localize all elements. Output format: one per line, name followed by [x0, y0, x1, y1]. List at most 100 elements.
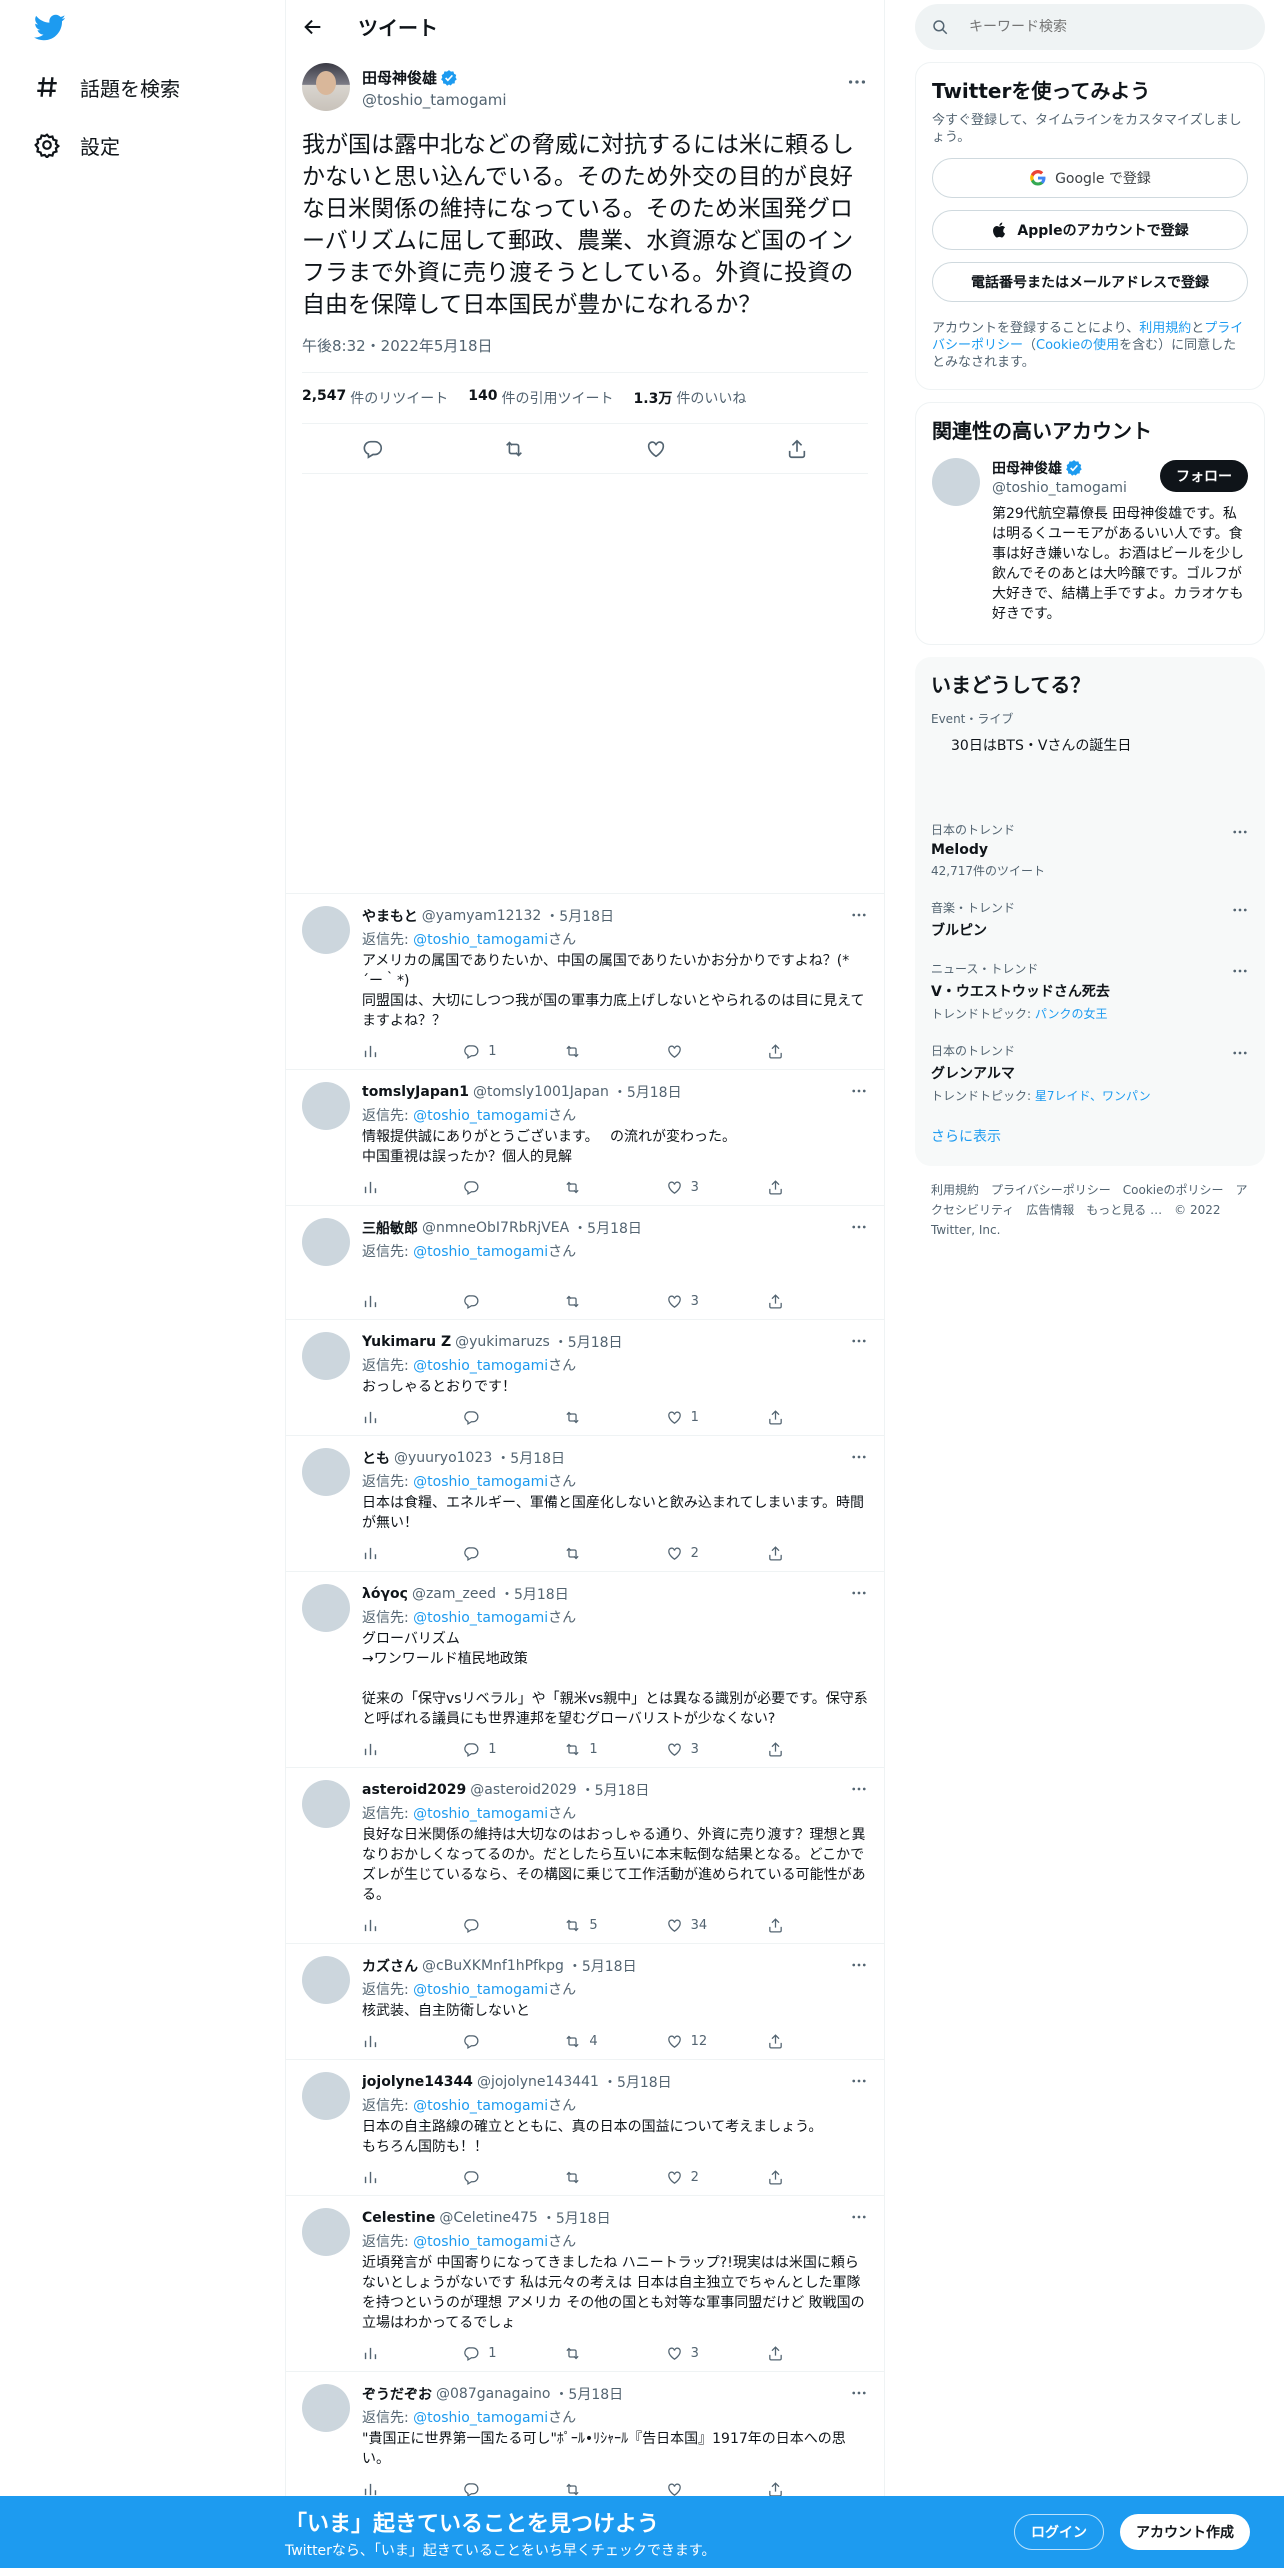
- more-options-icon[interactable]: [850, 2384, 868, 2402]
- reply-like-button[interactable]: 12: [666, 2033, 767, 2050]
- reply-reply-button[interactable]: [463, 1409, 564, 1426]
- trend-item[interactable]: ニュース・トレンド V・ウエストウッドさん死去 トレンドトピック: パンクの女王: [931, 948, 1249, 1030]
- search-input[interactable]: [969, 19, 1229, 35]
- footer-link[interactable]: Cookieのポリシー: [1123, 1183, 1224, 1197]
- reply-date[interactable]: ・5月18日: [613, 1082, 682, 1102]
- more-options-icon[interactable]: [1231, 901, 1249, 919]
- reply-author-name[interactable]: とも: [362, 1448, 390, 1468]
- reply-author-name[interactable]: jojolyne14344: [362, 2074, 473, 2090]
- like-count[interactable]: 1.3万 件のいいね: [634, 388, 747, 408]
- search-bar[interactable]: [915, 4, 1265, 50]
- reply-tweet[interactable]: tomslyJapan1 @tomsly1001Japan ・5月18日 返信先: @…: [286, 1070, 884, 1206]
- reply-retweet-button[interactable]: [564, 2481, 665, 2498]
- reply-tweet[interactable]: やまもと @yamyam12132 ・5月18日 返信先: @toshio_tamog…: [286, 894, 884, 1070]
- reply-share-button[interactable]: [767, 1917, 868, 1934]
- reply-tweet[interactable]: カズさん @cBuXKMnf1hPfkpg ・5月18日 返信先: @toshio_t…: [286, 1944, 884, 2060]
- reply-share-button[interactable]: [767, 1293, 868, 1310]
- reply-author-name[interactable]: Yukimaru Z: [362, 1334, 451, 1350]
- reply-like-button[interactable]: 3: [666, 1179, 767, 1196]
- reply-date[interactable]: ・5月18日: [581, 1780, 650, 1800]
- reply-tweet[interactable]: λόγος @zam_zeed ・5月18日 返信先: @toshio_tamogam…: [286, 1572, 884, 1768]
- reply-date[interactable]: ・5月18日: [554, 2384, 623, 2404]
- cookie-link[interactable]: Cookieの使用: [1036, 338, 1119, 353]
- google-signup-button[interactable]: Google で登録: [932, 158, 1248, 198]
- trend-topic-links[interactable]: パンクの女王: [1035, 1007, 1108, 1021]
- reply-reply-button[interactable]: [463, 1917, 564, 1934]
- reply-analytics-button[interactable]: [362, 1409, 463, 1426]
- author-avatar[interactable]: [302, 63, 350, 111]
- footer-link[interactable]: プライバシーポリシー: [991, 1183, 1111, 1197]
- phone-email-signup-button[interactable]: 電話番号またはメールアドレスで登録: [932, 262, 1248, 302]
- reply-author-name[interactable]: 三船敏郎: [362, 1218, 418, 1238]
- more-options-icon[interactable]: [850, 1332, 868, 1350]
- reply-like-button[interactable]: 3: [666, 1293, 767, 1310]
- reply-tweet[interactable]: ぞうだぞお @087ganagaino ・5月18日 返信先: @toshio_tam…: [286, 2372, 884, 2508]
- reply-tweet[interactable]: 三船敏郎 @nmneObI7RbRjVEA ・5月18日 返信先: @toshio_t…: [286, 1206, 884, 1320]
- reply-avatar[interactable]: [302, 1218, 350, 1266]
- reply-retweet-button[interactable]: 4: [564, 2033, 665, 2050]
- more-options-icon[interactable]: [850, 906, 868, 924]
- reply-avatar[interactable]: [302, 2384, 350, 2432]
- reply-retweet-button[interactable]: [564, 1293, 665, 1310]
- author-handle[interactable]: @toshio_tamogami: [362, 91, 507, 109]
- reply-share-button[interactable]: [767, 1545, 868, 1562]
- reply-author-name[interactable]: カズさん: [362, 1956, 418, 1976]
- reply-to-handle[interactable]: @toshio_tamogami: [413, 1474, 548, 1490]
- reply-to-handle[interactable]: @toshio_tamogami: [413, 1108, 548, 1124]
- reply-to-handle[interactable]: @toshio_tamogami: [413, 1982, 548, 1998]
- reply-author-handle[interactable]: @tomsly1001Japan: [473, 1084, 609, 1100]
- related-account-avatar[interactable]: [932, 458, 980, 506]
- more-options-icon[interactable]: [850, 2208, 868, 2226]
- reply-like-button[interactable]: 3: [666, 1741, 767, 1758]
- reply-author-handle[interactable]: @cBuXKMnf1hPfkpg: [422, 1958, 564, 1974]
- reply-to-handle[interactable]: @toshio_tamogami: [413, 1358, 548, 1374]
- reply-tweet[interactable]: Celestine @Celetine475 ・5月18日 返信先: @toshio_…: [286, 2196, 884, 2372]
- reply-author-name[interactable]: やまもと: [362, 906, 418, 926]
- reply-analytics-button[interactable]: [362, 1043, 463, 1060]
- reply-retweet-button[interactable]: [564, 2169, 665, 2186]
- more-options-icon[interactable]: [850, 1956, 868, 1974]
- reply-reply-button[interactable]: 1: [463, 1741, 564, 1758]
- reply-date[interactable]: ・5月18日: [542, 2208, 611, 2228]
- reply-share-button[interactable]: [767, 2345, 868, 2362]
- reply-analytics-button[interactable]: [362, 2033, 463, 2050]
- more-options-icon[interactable]: [1231, 962, 1249, 980]
- related-account-name[interactable]: 田母神俊雄: [992, 458, 1062, 478]
- reply-retweet-button[interactable]: 5: [564, 1917, 665, 1934]
- reply-analytics-button[interactable]: [362, 2345, 463, 2362]
- reply-to-handle[interactable]: @toshio_tamogami: [413, 2234, 548, 2250]
- reply-reply-button[interactable]: [463, 1179, 564, 1196]
- more-options-icon[interactable]: [850, 1082, 868, 1100]
- reply-reply-button[interactable]: [463, 1293, 564, 1310]
- reply-date[interactable]: ・5月18日: [545, 906, 614, 926]
- reply-analytics-button[interactable]: [362, 1179, 463, 1196]
- reply-to-handle[interactable]: @toshio_tamogami: [413, 2098, 548, 2114]
- reply-retweet-button[interactable]: [564, 1409, 665, 1426]
- more-options-icon[interactable]: [846, 71, 868, 93]
- reply-author-handle[interactable]: @jojolyne143441: [477, 2074, 599, 2090]
- quote-count[interactable]: 140 件の引用ツイート: [468, 388, 613, 408]
- terms-link[interactable]: 利用規約: [1139, 321, 1191, 336]
- reply-avatar[interactable]: [302, 2072, 350, 2120]
- reply-reply-button[interactable]: 1: [463, 1043, 564, 1060]
- reply-share-button[interactable]: [767, 1179, 868, 1196]
- reply-date[interactable]: ・5月18日: [573, 1218, 642, 1238]
- back-arrow-icon[interactable]: [302, 16, 324, 38]
- reply-share-button[interactable]: [767, 2033, 868, 2050]
- reply-like-button[interactable]: 34: [666, 1917, 767, 1934]
- trend-topic-links[interactable]: 星7レイド、ワンパン: [1035, 1089, 1151, 1103]
- reply-date[interactable]: ・5月18日: [603, 2072, 672, 2092]
- reply-author-name[interactable]: λόγος: [362, 1586, 408, 1602]
- nav-settings[interactable]: 設定: [34, 125, 120, 165]
- nav-explore[interactable]: 話題を検索: [34, 67, 180, 107]
- related-account[interactable]: 田母神俊雄 @toshio_tamogami 第29代航空幕僚長 田母神俊雄です…: [932, 458, 1248, 624]
- reply-analytics-button[interactable]: [362, 1293, 463, 1310]
- signup-button[interactable]: アカウント作成: [1120, 2514, 1250, 2550]
- reply-analytics-button[interactable]: [362, 1545, 463, 1562]
- reply-author-handle[interactable]: @zam_zeed: [412, 1586, 496, 1602]
- share-icon[interactable]: [786, 438, 808, 460]
- reply-share-button[interactable]: [767, 2169, 868, 2186]
- reply-author-handle[interactable]: @nmneObI7RbRjVEA: [422, 1220, 569, 1236]
- reply-like-button[interactable]: 1: [666, 1409, 767, 1426]
- more-options-icon[interactable]: [850, 2072, 868, 2090]
